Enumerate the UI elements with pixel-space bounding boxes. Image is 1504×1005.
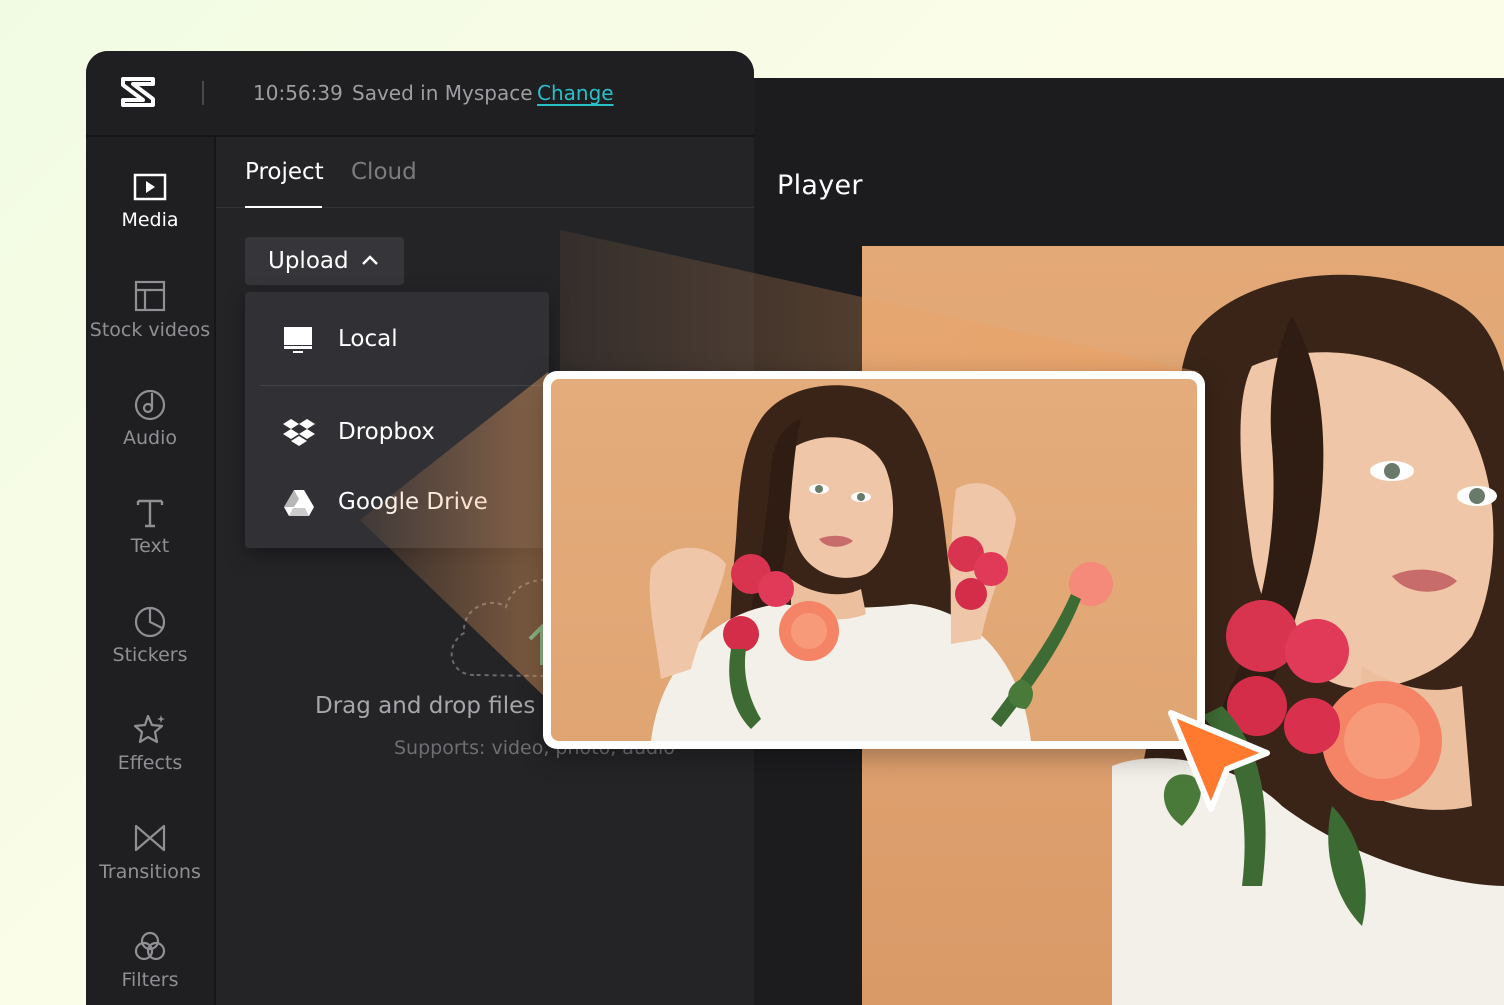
transitions-icon (134, 824, 166, 852)
tab-project[interactable]: Project (245, 159, 324, 185)
sidebar-item-label: Transitions (99, 861, 201, 883)
top-bar: 10:56:39 Saved in Myspace Change (86, 51, 754, 137)
text-icon (136, 499, 164, 528)
menu-item-label: Dropbox (338, 419, 435, 445)
chevron-up-icon (362, 255, 378, 265)
save-time: 10:56:39 (253, 81, 343, 105)
active-tab-indicator (245, 206, 322, 208)
upload-menu: Local Dropbox Google Drive (245, 292, 549, 548)
sidebar-item-stickers[interactable]: Stickers (86, 604, 214, 704)
sidebar: Media Stock videos Audio Text Stickers E… (86, 137, 216, 1005)
menu-item-label: Google Drive (338, 489, 488, 515)
dropbox-icon (283, 419, 315, 446)
cursor-arrow-icon (1163, 705, 1278, 824)
change-link[interactable]: Change (537, 81, 614, 105)
upload-menu-item-dropbox[interactable]: Dropbox (245, 403, 549, 463)
upload-button[interactable]: Upload (245, 237, 404, 285)
sidebar-item-label: Media (121, 209, 179, 231)
sidebar-item-audio[interactable]: Audio (86, 387, 214, 487)
sidebar-item-label: Stickers (112, 644, 188, 666)
sidebar-item-label: Filters (121, 969, 179, 991)
upload-menu-item-google-drive[interactable]: Google Drive (245, 473, 549, 533)
upload-button-label: Upload (268, 248, 349, 274)
sidebar-item-label: Audio (122, 427, 177, 449)
menu-item-label: Local (338, 326, 398, 352)
header-divider (202, 81, 204, 105)
stickers-icon (134, 606, 166, 638)
monitor-icon (284, 327, 312, 353)
sidebar-item-filters[interactable]: Filters (86, 929, 214, 1005)
drag-drop-text: Drag and drop files fr (315, 693, 561, 719)
zoomed-preview-card (543, 371, 1205, 749)
stock-videos-icon (134, 280, 166, 312)
zoomed-preview-image (551, 379, 1197, 741)
sidebar-item-label: Stock videos (89, 319, 211, 341)
google-drive-icon (284, 490, 314, 516)
filters-icon (134, 931, 166, 961)
save-status: Saved in Myspace (352, 81, 533, 105)
player-title: Player (777, 170, 863, 201)
menu-divider (260, 385, 549, 386)
sidebar-item-text[interactable]: Text (86, 495, 214, 595)
sidebar-item-label: Effects (117, 752, 183, 774)
sidebar-item-stock-videos[interactable]: Stock videos (86, 279, 214, 379)
media-icon (133, 173, 167, 201)
tab-cloud[interactable]: Cloud (351, 159, 417, 185)
audio-icon (134, 389, 166, 421)
sidebar-item-effects[interactable]: Effects (86, 712, 214, 812)
capcut-logo-icon[interactable] (120, 75, 160, 109)
upload-menu-item-local[interactable]: Local (245, 310, 549, 370)
sidebar-item-transitions[interactable]: Transitions (86, 821, 214, 921)
sidebar-item-media[interactable]: Media (86, 171, 214, 271)
sidebar-item-label: Text (130, 535, 170, 557)
effects-icon (133, 714, 165, 744)
